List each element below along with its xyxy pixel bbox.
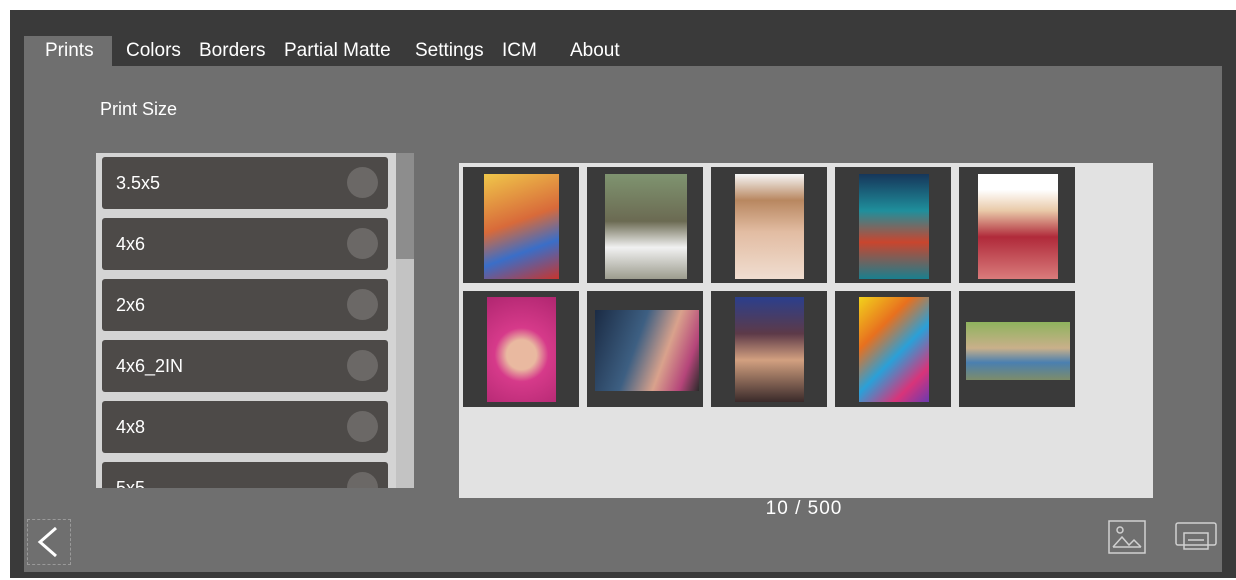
photo-thumbnail-6[interactable] bbox=[463, 291, 579, 407]
tab-partial-matte[interactable]: Partial Matte bbox=[284, 36, 391, 66]
print-size-item-5x5[interactable]: 5x5 bbox=[102, 462, 388, 488]
print-size-item-3-5x5[interactable]: 3.5x5 bbox=[102, 157, 388, 209]
back-button[interactable] bbox=[27, 519, 71, 565]
tab-bar: Prints Colors Borders Partial Matte Sett… bbox=[24, 36, 1224, 66]
tab-icm[interactable]: ICM bbox=[502, 36, 537, 66]
tab-colors[interactable]: Colors bbox=[126, 36, 181, 66]
printer-icon bbox=[1175, 522, 1217, 550]
radio-button[interactable] bbox=[347, 228, 378, 259]
photo-two-kids-ball-pit bbox=[484, 174, 559, 279]
photo-thumbnail-1[interactable] bbox=[463, 167, 579, 283]
print-size-label: 3.5x5 bbox=[116, 173, 161, 193]
chevron-left-icon bbox=[37, 526, 57, 558]
print-size-label: 5x5 bbox=[116, 478, 146, 488]
photo-party-friends bbox=[735, 297, 804, 402]
photo-thumbnail-5[interactable] bbox=[959, 167, 1075, 283]
radio-button[interactable] bbox=[347, 350, 378, 381]
photo-colorful-face-paint bbox=[859, 297, 929, 402]
image-button[interactable] bbox=[1107, 519, 1147, 555]
photo-group-friends-outdoors bbox=[966, 322, 1070, 380]
tab-about[interactable]: About bbox=[570, 36, 620, 66]
photo-thumbnail-7[interactable] bbox=[587, 291, 703, 407]
print-size-label: 4x8 bbox=[116, 417, 146, 437]
tab-settings[interactable]: Settings bbox=[415, 36, 484, 66]
scrollbar-thumb[interactable] bbox=[396, 153, 414, 259]
photo-woman-portrait bbox=[735, 174, 804, 279]
size-list-scrollbar[interactable] bbox=[396, 153, 414, 488]
print-size-item-4x6[interactable]: 4x6 bbox=[102, 218, 388, 270]
app-window: Prints Colors Borders Partial Matte Sett… bbox=[10, 10, 1236, 578]
photo-woman-blue-hair bbox=[595, 310, 699, 391]
page-indicator: 10 / 500 bbox=[765, 498, 843, 519]
image-icon bbox=[1108, 520, 1146, 554]
print-size-item-2x6[interactable]: 2x6 bbox=[102, 279, 388, 331]
photo-girl-flowers bbox=[978, 174, 1058, 279]
radio-button[interactable] bbox=[347, 167, 378, 198]
photo-gallery bbox=[459, 163, 1153, 498]
prints-panel: Print Size 3.5x5 4x6 2x6 4x6_2IN 4x8 5x5… bbox=[24, 66, 1222, 572]
photo-redhead-hat bbox=[859, 174, 929, 279]
print-size-label: 4x6_2IN bbox=[116, 356, 184, 376]
print-size-item-4x6-2in[interactable]: 4x6_2IN bbox=[102, 340, 388, 392]
radio-button[interactable] bbox=[347, 411, 378, 442]
photo-wedding-kids bbox=[605, 174, 687, 279]
photo-thumbnail-8[interactable] bbox=[711, 291, 827, 407]
print-size-item-4x8[interactable]: 4x8 bbox=[102, 401, 388, 453]
photo-woman-flower-headdress bbox=[487, 297, 556, 402]
radio-button[interactable] bbox=[347, 472, 378, 488]
print-size-title: Print Size bbox=[100, 99, 178, 119]
photo-thumbnail-3[interactable] bbox=[711, 167, 827, 283]
photo-thumbnail-2[interactable] bbox=[587, 167, 703, 283]
radio-button[interactable] bbox=[347, 289, 378, 320]
tab-borders[interactable]: Borders bbox=[199, 36, 266, 66]
print-size-label: 4x6 bbox=[116, 234, 146, 254]
print-size-label: 2x6 bbox=[116, 295, 146, 315]
tab-prints[interactable]: Prints bbox=[24, 36, 112, 66]
photo-thumbnail-10[interactable] bbox=[959, 291, 1075, 407]
print-button[interactable] bbox=[1174, 519, 1217, 555]
print-size-list[interactable]: 3.5x5 4x6 2x6 4x6_2IN 4x8 5x5 bbox=[96, 153, 414, 488]
photo-thumbnail-9[interactable] bbox=[835, 291, 951, 407]
photo-thumbnail-4[interactable] bbox=[835, 167, 951, 283]
